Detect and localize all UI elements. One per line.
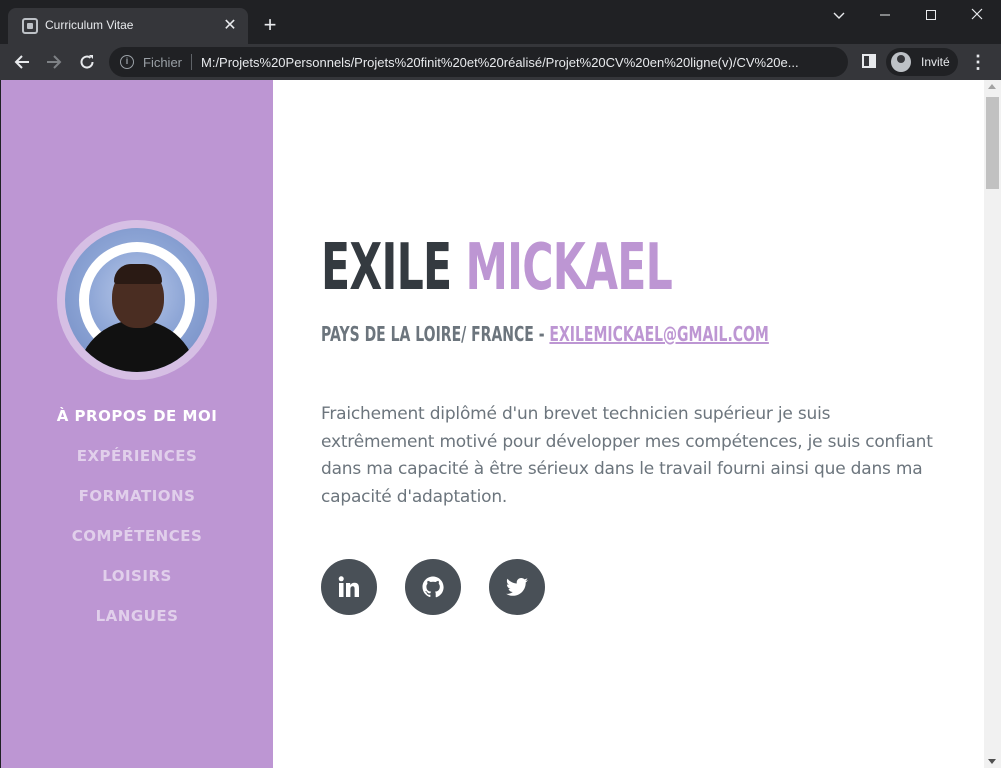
nav-item-experiences[interactable]: Expériences: [1, 443, 273, 483]
scroll-down-arrow-icon[interactable]: [988, 759, 996, 764]
favicon-icon: [22, 18, 38, 34]
page-scrollbar[interactable]: [984, 80, 1001, 768]
twitter-icon: [506, 578, 528, 596]
sidebar: À propos de moi Expériences Formations C…: [1, 80, 273, 768]
chevron-down-icon[interactable]: [816, 0, 862, 30]
linkedin-icon: [338, 576, 359, 597]
profile-icon: [891, 52, 911, 72]
nav-item-langues[interactable]: Langues: [1, 603, 273, 643]
address-divider: [191, 54, 192, 70]
scroll-up-arrow-icon[interactable]: [988, 84, 996, 89]
about-section: EXILE MICKAEL Pays de la Loire/ France -…: [321, 80, 961, 768]
close-icon[interactable]: ✕: [220, 16, 240, 36]
profile-button[interactable]: Invité: [886, 48, 958, 76]
github-icon: [422, 576, 444, 598]
sidebar-nav: À propos de moi Expériences Formations C…: [1, 403, 273, 643]
github-button[interactable]: [405, 559, 461, 615]
tab-strip: Curriculum Vitae ✕ +: [0, 0, 1001, 44]
minimize-icon[interactable]: [862, 0, 908, 30]
contact-line: Pays de la Loire/ France - exilemickael@…: [321, 322, 769, 346]
page-title: EXILE MICKAEL: [321, 228, 673, 308]
address-bar[interactable]: i Fichier M:/Projets%20Personnels/Projet…: [109, 47, 848, 77]
twitter-button[interactable]: [489, 559, 545, 615]
profile-photo: [65, 228, 209, 372]
email-link[interactable]: exilemickael@gmail.com: [549, 322, 768, 346]
nav-item-formations[interactable]: Formations: [1, 483, 273, 523]
browser-toolbar: i Fichier M:/Projets%20Personnels/Projet…: [0, 44, 1001, 80]
scroll-thumb[interactable]: [986, 97, 999, 189]
side-panel-icon[interactable]: [862, 54, 876, 68]
browser-chrome: Curriculum Vitae ✕ + i Fichier M:/Projet…: [0, 0, 1001, 80]
maximize-icon[interactable]: [908, 0, 954, 30]
nav-item-loisirs[interactable]: Loisirs: [1, 563, 273, 603]
intro-paragraph: Fraichement diplômé d'un brevet technici…: [321, 404, 933, 507]
location-text: Pays de la Loire/ France -: [321, 322, 550, 346]
plus-icon[interactable]: +: [258, 13, 282, 37]
close-window-icon[interactable]: [954, 0, 1000, 30]
tab-title: Curriculum Vitae: [45, 18, 134, 32]
forward-arrow-icon[interactable]: [40, 48, 68, 76]
page-viewport: À propos de moi Expériences Formations C…: [1, 80, 984, 768]
linkedin-button[interactable]: [321, 559, 377, 615]
profile-label: Invité: [921, 55, 950, 69]
reload-icon[interactable]: [73, 48, 101, 76]
back-arrow-icon[interactable]: [8, 48, 36, 76]
first-name: EXILE: [321, 231, 452, 305]
nav-item-competences[interactable]: Compétences: [1, 523, 273, 563]
address-url[interactable]: M:/Projets%20Personnels/Projets%20finit%…: [201, 55, 836, 70]
address-scheme: Fichier: [143, 55, 183, 70]
more-vertical-icon[interactable]: ⋮: [969, 48, 987, 76]
profile-photo-frame: [57, 220, 217, 380]
browser-tab[interactable]: Curriculum Vitae ✕: [8, 8, 248, 44]
info-icon[interactable]: i: [120, 55, 134, 69]
last-name: MICKAEL: [465, 231, 673, 305]
nav-item-about[interactable]: À propos de moi: [1, 403, 273, 443]
